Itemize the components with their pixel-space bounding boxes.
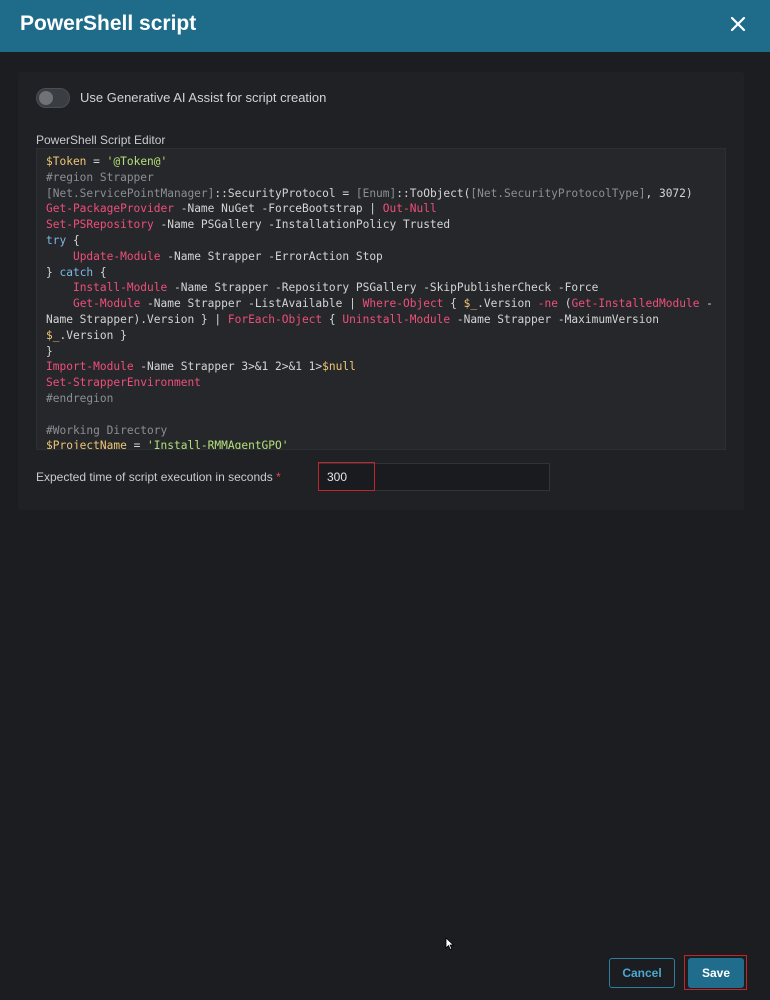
script-code: $Token = '@Token@' #region Strapper [Net… xyxy=(37,149,725,450)
code-line: #endregion xyxy=(46,391,114,405)
code-line: } catch { xyxy=(46,265,107,279)
close-icon[interactable] xyxy=(728,14,748,34)
code-line: } xyxy=(46,344,53,358)
code-line: $_.Version } xyxy=(46,328,127,342)
code-line: Import-Module -Name Strapper 3>&1 2>&1 1… xyxy=(46,360,356,374)
code-line: Update-Module -Name Strapper -ErrorActio… xyxy=(72,249,383,263)
code-token: $Token xyxy=(46,155,87,168)
dialog-title: PowerShell script xyxy=(20,12,197,35)
code-line: try { xyxy=(46,233,80,247)
code-line: #Working Directory xyxy=(46,423,168,437)
code-line: Name Strapper).Version } | ForEach-Objec… xyxy=(46,312,659,326)
script-form-panel: Use Generative AI Assist for script crea… xyxy=(18,72,744,510)
execution-time-label-text: Expected time of script execution in sec… xyxy=(36,470,273,484)
code-line: Install-Module -Name Strapper -Repositor… xyxy=(72,281,599,295)
execution-time-input[interactable] xyxy=(318,463,550,491)
save-button[interactable]: Save xyxy=(688,958,744,988)
code-line: [Net.ServicePointManager]::SecurityProto… xyxy=(46,186,693,200)
code-line: Set-StrapperEnvironment xyxy=(46,376,201,390)
code-line: #region Strapper xyxy=(46,170,154,184)
code-line: Get-Module -Name Strapper -ListAvailable… xyxy=(72,297,713,311)
dialog-header: PowerShell script xyxy=(0,0,770,52)
code-line: Get-PackageProvider -Name NuGet -ForceBo… xyxy=(46,202,437,216)
code-token: '@Token@' xyxy=(106,155,168,168)
execution-time-label: Expected time of script execution in sec… xyxy=(36,470,281,484)
required-marker: * xyxy=(276,470,281,484)
ai-assist-label: Use Generative AI Assist for script crea… xyxy=(80,90,327,105)
script-editor-label: PowerShell Script Editor xyxy=(36,133,166,147)
script-editor[interactable]: $Token = '@Token@' #region Strapper [Net… xyxy=(36,148,726,450)
mouse-pointer-icon xyxy=(445,937,455,951)
cancel-button[interactable]: Cancel xyxy=(609,958,675,988)
code-line: $ProjectName = 'Install-RMMAgentGPO' xyxy=(46,439,289,450)
code-line: Set-PSRepository -Name PSGallery -Instal… xyxy=(46,218,451,232)
toggle-knob xyxy=(39,91,53,105)
ai-assist-toggle[interactable] xyxy=(36,88,70,108)
code-line: $Token = '@Token@' xyxy=(46,155,168,168)
